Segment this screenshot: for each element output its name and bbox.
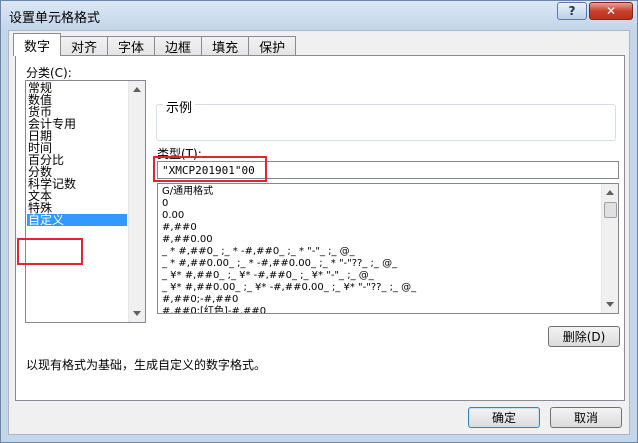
format-item[interactable]: G/通用格式 bbox=[162, 186, 213, 198]
category-list[interactable]: 常规 数值 货币 会计专用 日期 时间 百分比 分数 科学记数 文本 特殊 自定… bbox=[25, 80, 146, 323]
description-text: 以现有格式为基础，生成自定义的数字格式。 bbox=[26, 358, 267, 372]
help-button[interactable]: ? bbox=[557, 2, 587, 20]
tab-border[interactable]: 边框 bbox=[154, 36, 203, 56]
sample-group bbox=[156, 104, 616, 141]
format-item[interactable]: _ * #,##0.00_ ;_ * -#,##0.00_ ;_ * "-"??… bbox=[162, 258, 397, 270]
format-item[interactable]: _ ¥* #,##0_ ;_ ¥* -#,##0_ ;_ ¥* "-"_ ;_ … bbox=[162, 270, 374, 282]
format-item[interactable]: #,##0;-#,##0 bbox=[162, 294, 238, 306]
format-code-list[interactable]: G/通用格式 0 0.00 #,##0 #,##0.00 _ * #,##0_ … bbox=[157, 183, 619, 314]
tab-strip: 数字 对齐 字体 边框 填充 保护 bbox=[13, 33, 297, 56]
format-item[interactable]: _ * #,##0_ ;_ * -#,##0_ ;_ * "-"_ ;_ @_ bbox=[162, 246, 355, 258]
scroll-thumb[interactable] bbox=[604, 202, 617, 218]
scroll-down-arrow-icon[interactable] bbox=[133, 311, 141, 316]
tab-alignment[interactable]: 对齐 bbox=[60, 36, 109, 56]
scroll-up-arrow-icon[interactable] bbox=[133, 87, 141, 92]
delete-button[interactable]: 删除(D) bbox=[548, 326, 620, 347]
cancel-button[interactable]: 取消 bbox=[550, 407, 622, 428]
dialog-title: 设置单元格格式 bbox=[9, 11, 101, 26]
format-item[interactable]: #,##0 bbox=[162, 222, 197, 234]
title-bar[interactable]: 设置单元格格式 ? ✕ bbox=[1, 1, 637, 27]
dialog-body: 数字 对齐 字体 边框 填充 保护 分类(C): 常规 数值 货币 会计专用 日… bbox=[8, 30, 630, 435]
category-label: 分类(C): bbox=[26, 66, 72, 80]
scroll-up-arrow-icon[interactable] bbox=[606, 190, 614, 195]
scroll-down-arrow-icon[interactable] bbox=[606, 302, 614, 307]
category-item-custom[interactable]: 自定义 bbox=[27, 214, 127, 226]
sample-label: 示例 bbox=[163, 97, 196, 116]
ok-button[interactable]: 确定 bbox=[468, 407, 540, 428]
number-tab-panel: 分类(C): 常规 数值 货币 会计专用 日期 时间 百分比 分数 科学记数 文… bbox=[15, 55, 625, 401]
category-scrollbar[interactable] bbox=[128, 81, 145, 322]
tab-number[interactable]: 数字 bbox=[13, 33, 62, 56]
format-cells-dialog: 设置单元格格式 ? ✕ 数字 对齐 字体 边框 填充 保护 分类(C): 常规 … bbox=[0, 0, 638, 443]
format-item[interactable]: 0.00 bbox=[162, 210, 184, 222]
tab-font[interactable]: 字体 bbox=[107, 36, 156, 56]
format-item[interactable]: #,##0;[红色]-#,##0 bbox=[162, 306, 266, 313]
format-scrollbar[interactable] bbox=[601, 184, 618, 313]
close-button[interactable]: ✕ bbox=[589, 2, 633, 20]
tab-protection[interactable]: 保护 bbox=[248, 36, 297, 56]
format-item[interactable]: 0 bbox=[162, 198, 168, 210]
tab-fill[interactable]: 填充 bbox=[201, 36, 250, 56]
format-item[interactable]: _ ¥* #,##0.00_ ;_ ¥* -#,##0.00_ ;_ ¥* "-… bbox=[162, 282, 416, 294]
format-item[interactable]: #,##0.00 bbox=[162, 234, 213, 246]
highlight-custom-category bbox=[17, 238, 83, 265]
highlight-type-input bbox=[153, 156, 267, 182]
